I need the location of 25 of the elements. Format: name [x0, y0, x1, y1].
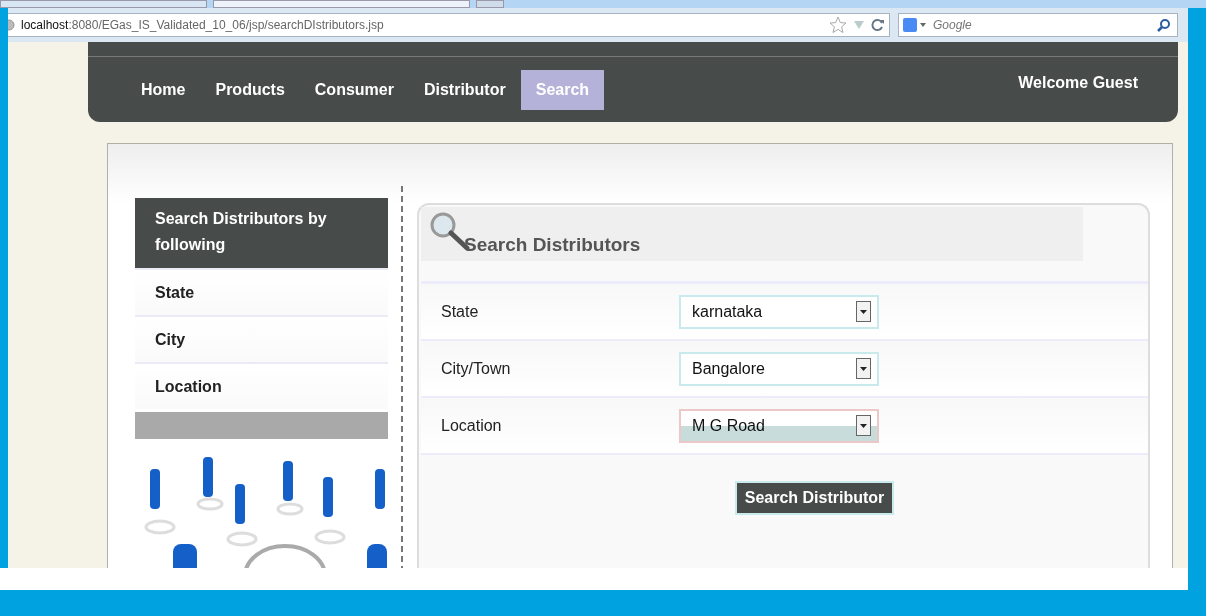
reload-icon[interactable]	[871, 18, 885, 32]
nav-link[interactable]: Products	[200, 70, 300, 110]
browser-tab[interactable]	[213, 0, 470, 8]
search-field[interactable]: Google	[898, 13, 1178, 37]
field-label: City/Town	[440, 359, 512, 378]
search-distributor-button[interactable]: Search Distributor	[734, 481, 895, 515]
sidebar-item[interactable]: State	[135, 268, 388, 315]
field-label: Location	[440, 416, 503, 435]
dropdown[interactable]: Bangalore	[679, 351, 879, 386]
address-bar[interactable]: localhost:8080/EGas_IS_Validated_10_06/jsp/searchDIstributors.jsp	[8, 13, 890, 37]
card-title: Search Distributors	[464, 234, 641, 256]
sidebar-title: Search Distributors by following	[135, 198, 388, 268]
nav-link[interactable]: Home	[126, 70, 201, 110]
url-text: localhost:8080/EGas_IS_Validated_10_06/jsp/searchDIstributors.jsp	[21, 18, 384, 32]
dropdown[interactable]: karnataka	[679, 294, 879, 329]
nav-link[interactable]: Consumer	[299, 70, 409, 110]
sidebar-item[interactable]: City	[135, 315, 388, 362]
sidebar-item[interactable]: Location	[135, 362, 388, 409]
star-icon[interactable]	[829, 16, 847, 34]
google-icon[interactable]	[903, 18, 927, 32]
search-icon[interactable]	[1157, 18, 1171, 32]
field-label: State	[440, 302, 480, 321]
welcome-text: Welcome Guest	[1018, 73, 1138, 93]
nav-link[interactable]: Distributor	[408, 70, 521, 110]
dropdown[interactable]: M G Road	[679, 408, 879, 443]
